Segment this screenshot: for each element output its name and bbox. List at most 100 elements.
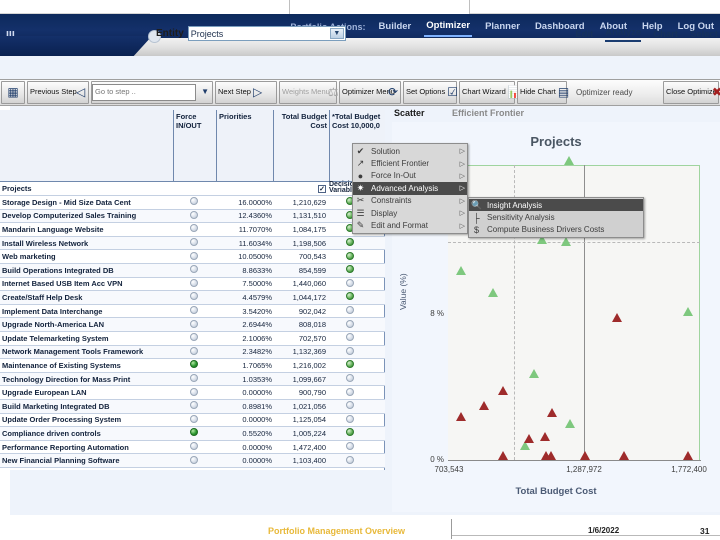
decision-orb-icon[interactable] (346, 346, 354, 355)
menu-item-advanced-analysis[interactable]: ✷ Advanced Analysis ▷ (353, 182, 467, 195)
force-orb-icon[interactable] (190, 374, 198, 383)
table-row[interactable]: Internet Based USB Item Acc VPN 7.5000% 1,… (0, 278, 385, 292)
menu-item-insight-analysis[interactable]: 🔍 Insight Analysis (469, 199, 643, 212)
decision-orb-icon[interactable] (346, 428, 354, 437)
force-in-out-toggle[interactable] (173, 360, 215, 370)
chevron-down-icon[interactable]: ▼ (329, 28, 344, 39)
force-in-out-toggle[interactable] (173, 414, 215, 425)
decision-orb-icon[interactable] (346, 455, 354, 464)
force-orb-icon[interactable] (190, 251, 198, 260)
decision-orb-icon[interactable] (346, 319, 354, 328)
menu-item-compute-business-drivers-costs[interactable]: $ Compute Business Drivers Costs (469, 224, 643, 236)
column-header-priorities[interactable]: Priorities (216, 110, 273, 182)
optimizer-context-menu[interactable]: ✔ Solution ▷ ↗ Efficient Frontier ▷ ● Force In-… (352, 143, 468, 234)
menu-item-sensitivity-analysis[interactable]: ├ Sensitivity Analysis (469, 211, 643, 223)
menu-item-efficient-frontier[interactable]: ↗ Efficient Frontier ▷ (353, 157, 467, 169)
decision-variable-toggle[interactable] (330, 306, 370, 316)
force-orb-icon[interactable] (190, 292, 198, 301)
decision-variable-toggle[interactable] (330, 251, 370, 262)
force-orb-icon[interactable] (190, 238, 198, 247)
decision-variable-toggle[interactable] (330, 387, 370, 398)
force-in-out-toggle[interactable] (173, 210, 215, 221)
decision-orb-icon[interactable] (346, 442, 354, 451)
table-row[interactable]: Develop Computerized Sales Training 12.43… (0, 209, 385, 224)
decision-orb-icon[interactable] (346, 360, 354, 369)
decision-variable-toggle[interactable] (330, 265, 370, 275)
decision-orb-icon[interactable] (346, 292, 354, 301)
table-row[interactable]: Implement Data Interchange 3.5420% 902,042 (0, 305, 385, 319)
table-row[interactable]: Mandarin Language Website 11.7070% 1,084,1… (0, 223, 385, 237)
force-orb-icon[interactable] (190, 387, 198, 396)
decision-orb-icon[interactable] (346, 238, 354, 247)
force-in-out-toggle[interactable] (173, 442, 215, 452)
scatter-point[interactable] (478, 401, 489, 411)
decision-orb-icon[interactable] (346, 414, 354, 423)
decision-variable-toggle[interactable] (330, 455, 370, 466)
decision-variable-toggle[interactable] (330, 428, 370, 438)
scatter-point[interactable] (563, 156, 574, 165)
scatter-point[interactable] (682, 451, 693, 460)
force-in-out-toggle[interactable] (173, 387, 215, 398)
entity-dropdown[interactable]: Projects ▼ (187, 26, 346, 41)
subnav-item-analyze[interactable]: Analyze (605, 27, 642, 42)
force-orb-icon[interactable] (190, 333, 198, 342)
decision-variable-toggle[interactable] (330, 360, 370, 370)
force-in-out-toggle[interactable] (173, 292, 215, 302)
force-orb-icon[interactable] (190, 401, 198, 410)
force-in-out-toggle[interactable] (173, 251, 215, 262)
decision-orb-icon[interactable] (346, 306, 354, 315)
force-in-out-toggle[interactable] (173, 197, 215, 207)
nav-item-optimizer[interactable]: Optimizer (424, 17, 473, 37)
goto-step-dropdown[interactable]: Go to step .. ▼ (91, 81, 213, 104)
force-orb-icon[interactable] (190, 319, 198, 328)
chart-wizard-button[interactable]: Chart Wizard 📊 (459, 81, 523, 104)
scatter-point[interactable] (488, 287, 499, 297)
decision-variable-toggle[interactable] (330, 319, 370, 330)
scatter-point[interactable] (612, 312, 623, 322)
nav-item-builder[interactable]: Builder (377, 18, 414, 36)
previous-step-button[interactable]: Previous Step ◁ (27, 81, 89, 104)
table-row[interactable]: Upgrade European LAN 0.0000% 900,790 (0, 386, 385, 400)
scatter-point[interactable] (561, 237, 572, 247)
force-orb-icon[interactable] (190, 414, 198, 423)
table-row[interactable]: Build Marketing Integrated DB 0.8981% 1,02… (0, 400, 385, 414)
menu-item-display[interactable]: ☰ Display ▷ (353, 207, 467, 219)
table-row[interactable]: Performance Reporting Automation 0.0000% 1… (0, 441, 385, 455)
subnav-item-select[interactable]: Select (690, 29, 718, 42)
decision-orb-icon[interactable] (346, 401, 354, 410)
decision-variable-toggle[interactable] (330, 278, 370, 289)
checkbox-icon[interactable]: ✓ (318, 184, 326, 193)
nav-item-planner[interactable]: Planner (483, 18, 522, 36)
menu-item-edit-and-format[interactable]: ✎ Edit and Format ▷ (353, 219, 467, 231)
menu-item-constraints[interactable]: ✂ Constraints ▷ (353, 195, 467, 207)
decision-orb-icon[interactable] (346, 333, 354, 342)
force-orb-icon[interactable] (190, 455, 198, 464)
scenario-tab[interactable]: ...izer / Scenarios (0, 36, 152, 56)
force-orb-icon[interactable] (190, 428, 198, 437)
table-row[interactable]: Storage Design - Mid Size Data Cent 16.00… (0, 196, 385, 210)
force-orb-icon[interactable] (190, 210, 198, 219)
select-all-checkbox[interactable]: ✓ (274, 184, 326, 193)
table-row[interactable]: Update Order Processing System 0.0000% 1,1… (0, 414, 385, 428)
decision-orb-icon[interactable] (346, 387, 354, 396)
scatter-point[interactable] (498, 385, 509, 395)
tab-scatter[interactable]: Scatter (390, 106, 435, 122)
force-orb-icon[interactable] (190, 224, 198, 233)
decision-variable-toggle[interactable] (330, 442, 370, 452)
decision-orb-icon[interactable] (346, 265, 354, 274)
table-row[interactable]: Install Wireless Network 11.6034% 1,198,50… (0, 236, 385, 251)
grid-view-button[interactable]: ▦ (1, 81, 25, 104)
force-in-out-toggle[interactable] (173, 374, 215, 384)
chevron-down-icon[interactable]: ▼ (198, 88, 212, 97)
scatter-point[interactable] (540, 431, 551, 441)
menu-item-force-in-out[interactable]: ● Force In-Out ▷ (353, 170, 467, 182)
force-orb-icon[interactable] (190, 265, 198, 274)
decision-variable-toggle[interactable] (330, 333, 370, 343)
scatter-point[interactable] (498, 451, 509, 460)
force-orb-icon[interactable] (190, 306, 198, 315)
tab-efficient-frontier[interactable]: Efficient Frontier (448, 106, 534, 122)
scatter-point[interactable] (564, 419, 575, 429)
force-in-out-toggle[interactable] (173, 333, 215, 343)
table-row[interactable]: Upgrade North-America LAN 2.6944% 808,018 (0, 318, 385, 332)
force-in-out-toggle[interactable] (173, 306, 215, 316)
